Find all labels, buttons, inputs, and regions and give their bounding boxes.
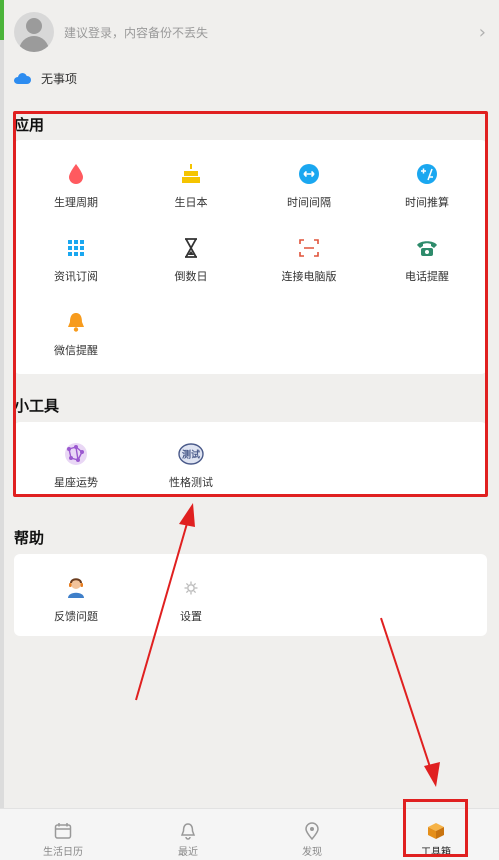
constellation-icon (65, 443, 87, 465)
app-label: 生理周期 (54, 196, 98, 209)
tab-label: 最近 (178, 847, 198, 858)
scan-icon (299, 239, 319, 257)
tab-life-calendar[interactable]: 生活日历 (28, 821, 98, 858)
app-label: 时间推算 (405, 196, 449, 209)
app-time-calculation[interactable]: 时间推算 (368, 162, 486, 210)
personality-test-badge: 测试 (182, 449, 200, 461)
cloud-icon (14, 73, 31, 84)
tools-section-title: 小工具 (14, 397, 60, 415)
app-label: 生日本 (174, 196, 208, 209)
app-birthday-book[interactable]: 生日本 (132, 162, 250, 210)
cake-icon (182, 164, 200, 183)
app-label: 电话提醒 (405, 270, 449, 283)
tab-recent[interactable]: 最近 (153, 821, 223, 858)
droplet-icon (69, 164, 83, 184)
apps-section-title: 应用 (14, 116, 45, 134)
app-time-interval[interactable]: 时间间隔 (250, 162, 368, 210)
help-label: 反馈问题 (54, 610, 98, 623)
help-panel: 反馈问题 设置 (14, 554, 487, 636)
apps-panel: 生理周期 生日本 时间间隔 时间推算 资讯订阅 倒数日 连接电脑版 电话提醒 微… (14, 140, 487, 374)
tab-label: 生活日历 (43, 847, 83, 858)
grid-icon (68, 240, 84, 256)
login-row[interactable]: 建议登录，内容备份不丢失 › (14, 10, 490, 54)
tab-label: 发现 (302, 847, 322, 858)
box-icon (428, 823, 444, 839)
help-label: 设置 (180, 610, 202, 623)
tab-toolbox[interactable]: 工具箱 (401, 821, 471, 858)
chevron-right-icon: › (478, 21, 486, 43)
interval-icon (299, 164, 319, 184)
help-feedback[interactable]: 反馈问题 (17, 576, 135, 624)
status-row[interactable]: 无事项 (14, 70, 77, 87)
bottom-tab-bar: 生活日历 最近 发现 工具箱 (0, 808, 499, 860)
tool-label: 星座运势 (54, 476, 98, 489)
app-label: 倒数日 (174, 270, 208, 283)
left-edge-strip (0, 0, 4, 860)
phone-icon (417, 241, 437, 256)
app-label: 连接电脑版 (281, 270, 337, 283)
app-connect-pc[interactable]: 连接电脑版 (250, 236, 368, 284)
tools-panel: 星座运势 测试 性格测试 (14, 422, 487, 496)
calendar-icon (54, 823, 72, 839)
login-prompt: 建议登录，内容备份不丢失 (64, 25, 209, 40)
tool-horoscope[interactable]: 星座运势 (17, 442, 135, 490)
app-phone-reminder[interactable]: 电话提醒 (368, 236, 486, 284)
app-countdown-days[interactable]: 倒数日 (132, 236, 250, 284)
location-pin-icon (305, 822, 319, 840)
tab-discover[interactable]: 发现 (277, 821, 347, 858)
bell-icon (180, 823, 196, 840)
tab-label: 工具箱 (421, 847, 451, 858)
help-section-title: 帮助 (14, 529, 45, 547)
bell-icon (68, 313, 84, 332)
tool-personality-test[interactable]: 测试 性格测试 (132, 442, 250, 490)
support-agent-icon (68, 578, 84, 598)
help-settings[interactable]: 设置 (132, 576, 250, 624)
calculator-icon (417, 164, 437, 184)
app-label: 时间间隔 (287, 196, 331, 209)
app-menstrual-cycle[interactable]: 生理周期 (17, 162, 135, 210)
avatar (14, 12, 54, 52)
status-text: 无事项 (41, 72, 78, 86)
tool-label: 性格测试 (169, 476, 213, 489)
gear-icon (184, 581, 198, 595)
hourglass-icon (185, 238, 197, 258)
personality-test-icon: 测试 (178, 443, 204, 465)
app-label: 资讯订阅 (54, 270, 98, 283)
app-news-subscription[interactable]: 资讯订阅 (17, 236, 135, 284)
app-wechat-reminder[interactable]: 微信提醒 (17, 310, 135, 358)
app-label: 微信提醒 (54, 344, 98, 357)
